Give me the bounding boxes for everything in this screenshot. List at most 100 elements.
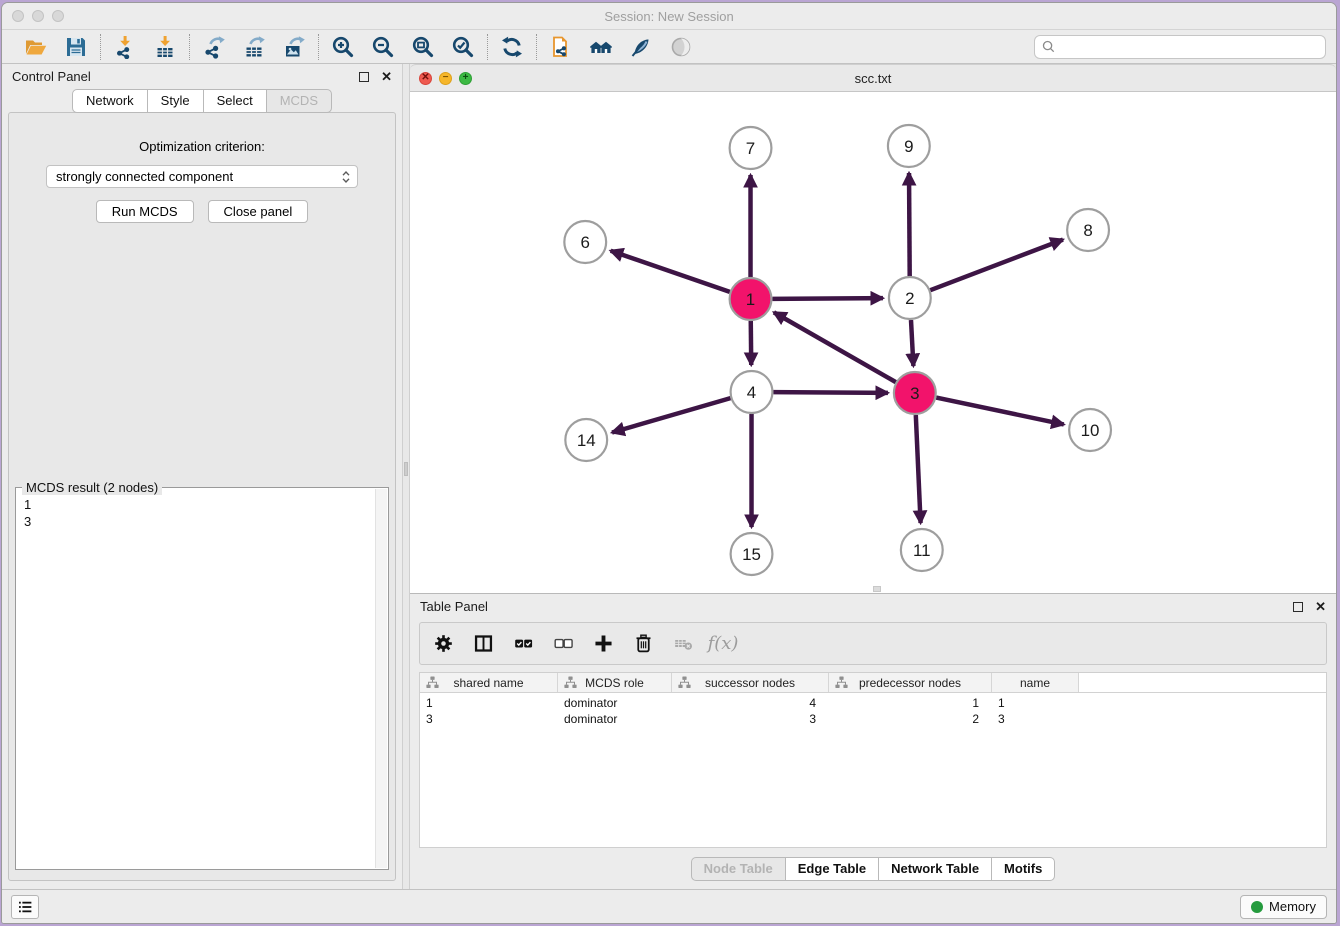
mcds-result-text[interactable]: 1 3 [16,488,388,540]
edge-3-10[interactable] [936,398,1063,425]
cell-name[interactable]: 3 [992,712,1079,726]
tab-network-table[interactable]: Network Table [878,857,992,881]
app-titlebar[interactable]: Session: New Session [2,3,1336,30]
graphics-details-icon[interactable] [624,33,658,61]
graph-node-1[interactable]: 1 [730,278,772,320]
close-table-panel-icon[interactable]: ✕ [1315,600,1326,613]
edge-4-3[interactable] [773,392,888,393]
zoom-out-icon[interactable] [366,33,400,61]
float-panel-icon[interactable] [359,72,369,82]
run-mcds-button[interactable]: Run MCDS [96,200,194,223]
graph-node-11[interactable]: 11 [901,529,943,571]
edge-3-1[interactable] [774,312,896,382]
network-view-titlebar[interactable]: ✕ − + scc.txt [410,64,1336,92]
tab-select[interactable]: Select [203,89,267,113]
memory-button-label: Memory [1269,899,1316,914]
window-title: Session: New Session [2,9,1336,24]
float-table-panel-icon[interactable] [1293,602,1303,612]
memory-status-icon [1251,901,1263,913]
table-row-2[interactable]: 3dominator323 [420,711,1326,727]
network-canvas[interactable]: 7 9 6 8 1 2 4 3 14 10 15 11 [410,92,1336,593]
result-scrollbar[interactable] [375,489,387,868]
cell-shared-name[interactable]: 3 [420,712,558,726]
open-file-icon[interactable] [19,33,53,61]
table-row-1[interactable]: 1dominator411 [420,695,1326,711]
graph-node-14[interactable]: 14 [565,419,607,461]
first-neighbors-icon[interactable] [584,33,618,61]
svg-text:9: 9 [904,137,913,156]
network-view-window: ✕ − + scc.txt 7 9 6 8 1 2 4 3 14 10 15 11 [410,64,1336,594]
graph-node-3[interactable]: 3 [894,372,936,414]
tab-node-table[interactable]: Node Table [691,857,786,881]
cell-predecessor-nodes[interactable]: 1 [829,696,992,710]
select-all-icon[interactable] [508,629,538,659]
navigator-icon[interactable] [664,33,698,61]
graph-node-15[interactable]: 15 [731,533,773,575]
graph-node-6[interactable]: 6 [564,221,606,263]
zoom-selected-icon[interactable] [446,33,480,61]
horizontal-splitter-handle[interactable] [873,586,881,592]
edge-1-6[interactable] [611,251,730,292]
edge-2-8[interactable] [930,240,1063,291]
tab-mcds[interactable]: MCDS [266,89,332,113]
graph-node-8[interactable]: 8 [1067,209,1109,251]
mcds-tab-content: Optimization criterion: strongly connect… [8,112,396,881]
node-table: shared nameMCDS rolesuccessor nodesprede… [419,672,1327,848]
status-bar: Memory [2,889,1336,923]
export-table-icon[interactable] [237,33,271,61]
edge-1-2[interactable] [772,298,883,299]
graph-node-4[interactable]: 4 [731,371,773,413]
column-mode-icon[interactable] [468,629,498,659]
deselect-all-icon[interactable] [548,629,578,659]
cell-MCDS-role[interactable]: dominator [558,696,672,710]
memory-button[interactable]: Memory [1240,895,1327,919]
column-header-predecessor-nodes[interactable]: predecessor nodes [829,673,992,692]
close-panel-icon[interactable]: ✕ [381,70,392,83]
graph-node-7[interactable]: 7 [730,127,772,169]
task-history-button[interactable] [11,895,39,919]
cell-shared-name[interactable]: 1 [420,696,558,710]
cell-successor-nodes[interactable]: 3 [672,712,829,726]
delete-column-icon[interactable] [628,629,658,659]
apply-layout-icon[interactable] [495,33,529,61]
vertical-splitter[interactable] [402,64,410,889]
cell-predecessor-nodes[interactable]: 2 [829,712,992,726]
graph-node-10[interactable]: 10 [1069,409,1111,451]
column-header-MCDS-role[interactable]: MCDS role [558,673,672,692]
graph-node-9[interactable]: 9 [888,125,930,167]
column-header-successor-nodes[interactable]: successor nodes [672,673,829,692]
edge-4-14[interactable] [612,398,730,432]
edge-2-9[interactable] [909,173,910,276]
search-box[interactable] [1034,35,1326,59]
edge-2-3[interactable] [911,320,913,366]
column-header-name[interactable]: name [992,673,1079,692]
zoom-in-icon[interactable] [326,33,360,61]
svg-text:14: 14 [577,431,596,450]
export-image-icon[interactable] [277,33,311,61]
cell-successor-nodes[interactable]: 4 [672,696,829,710]
tab-network[interactable]: Network [72,89,148,113]
cell-name[interactable]: 1 [992,696,1079,710]
export-network-icon[interactable] [197,33,231,61]
graph-node-2[interactable]: 2 [889,277,931,319]
search-input[interactable] [1060,39,1318,54]
zoom-fit-icon[interactable] [406,33,440,61]
gear-icon[interactable] [428,629,458,659]
splitter-handle[interactable] [404,462,408,476]
add-column-icon[interactable] [588,629,618,659]
column-header-shared-name[interactable]: shared name [420,673,558,692]
tab-edge-table[interactable]: Edge Table [785,857,879,881]
close-panel-button[interactable]: Close panel [208,200,309,223]
import-network-icon[interactable] [108,33,142,61]
network-graph[interactable]: 7 9 6 8 1 2 4 3 14 10 15 11 [410,92,1336,593]
network-from-selection-icon[interactable] [544,33,578,61]
tab-motifs[interactable]: Motifs [991,857,1055,881]
control-panel-tabs: NetworkStyleSelectMCDS [2,89,402,113]
import-table-icon[interactable] [148,33,182,61]
cell-MCDS-role[interactable]: dominator [558,712,672,726]
save-session-icon[interactable] [59,33,93,61]
edge-3-11[interactable] [916,415,921,523]
tab-style[interactable]: Style [147,89,204,113]
criterion-dropdown[interactable]: strongly connected component [46,165,358,188]
search-icon [1042,40,1055,53]
